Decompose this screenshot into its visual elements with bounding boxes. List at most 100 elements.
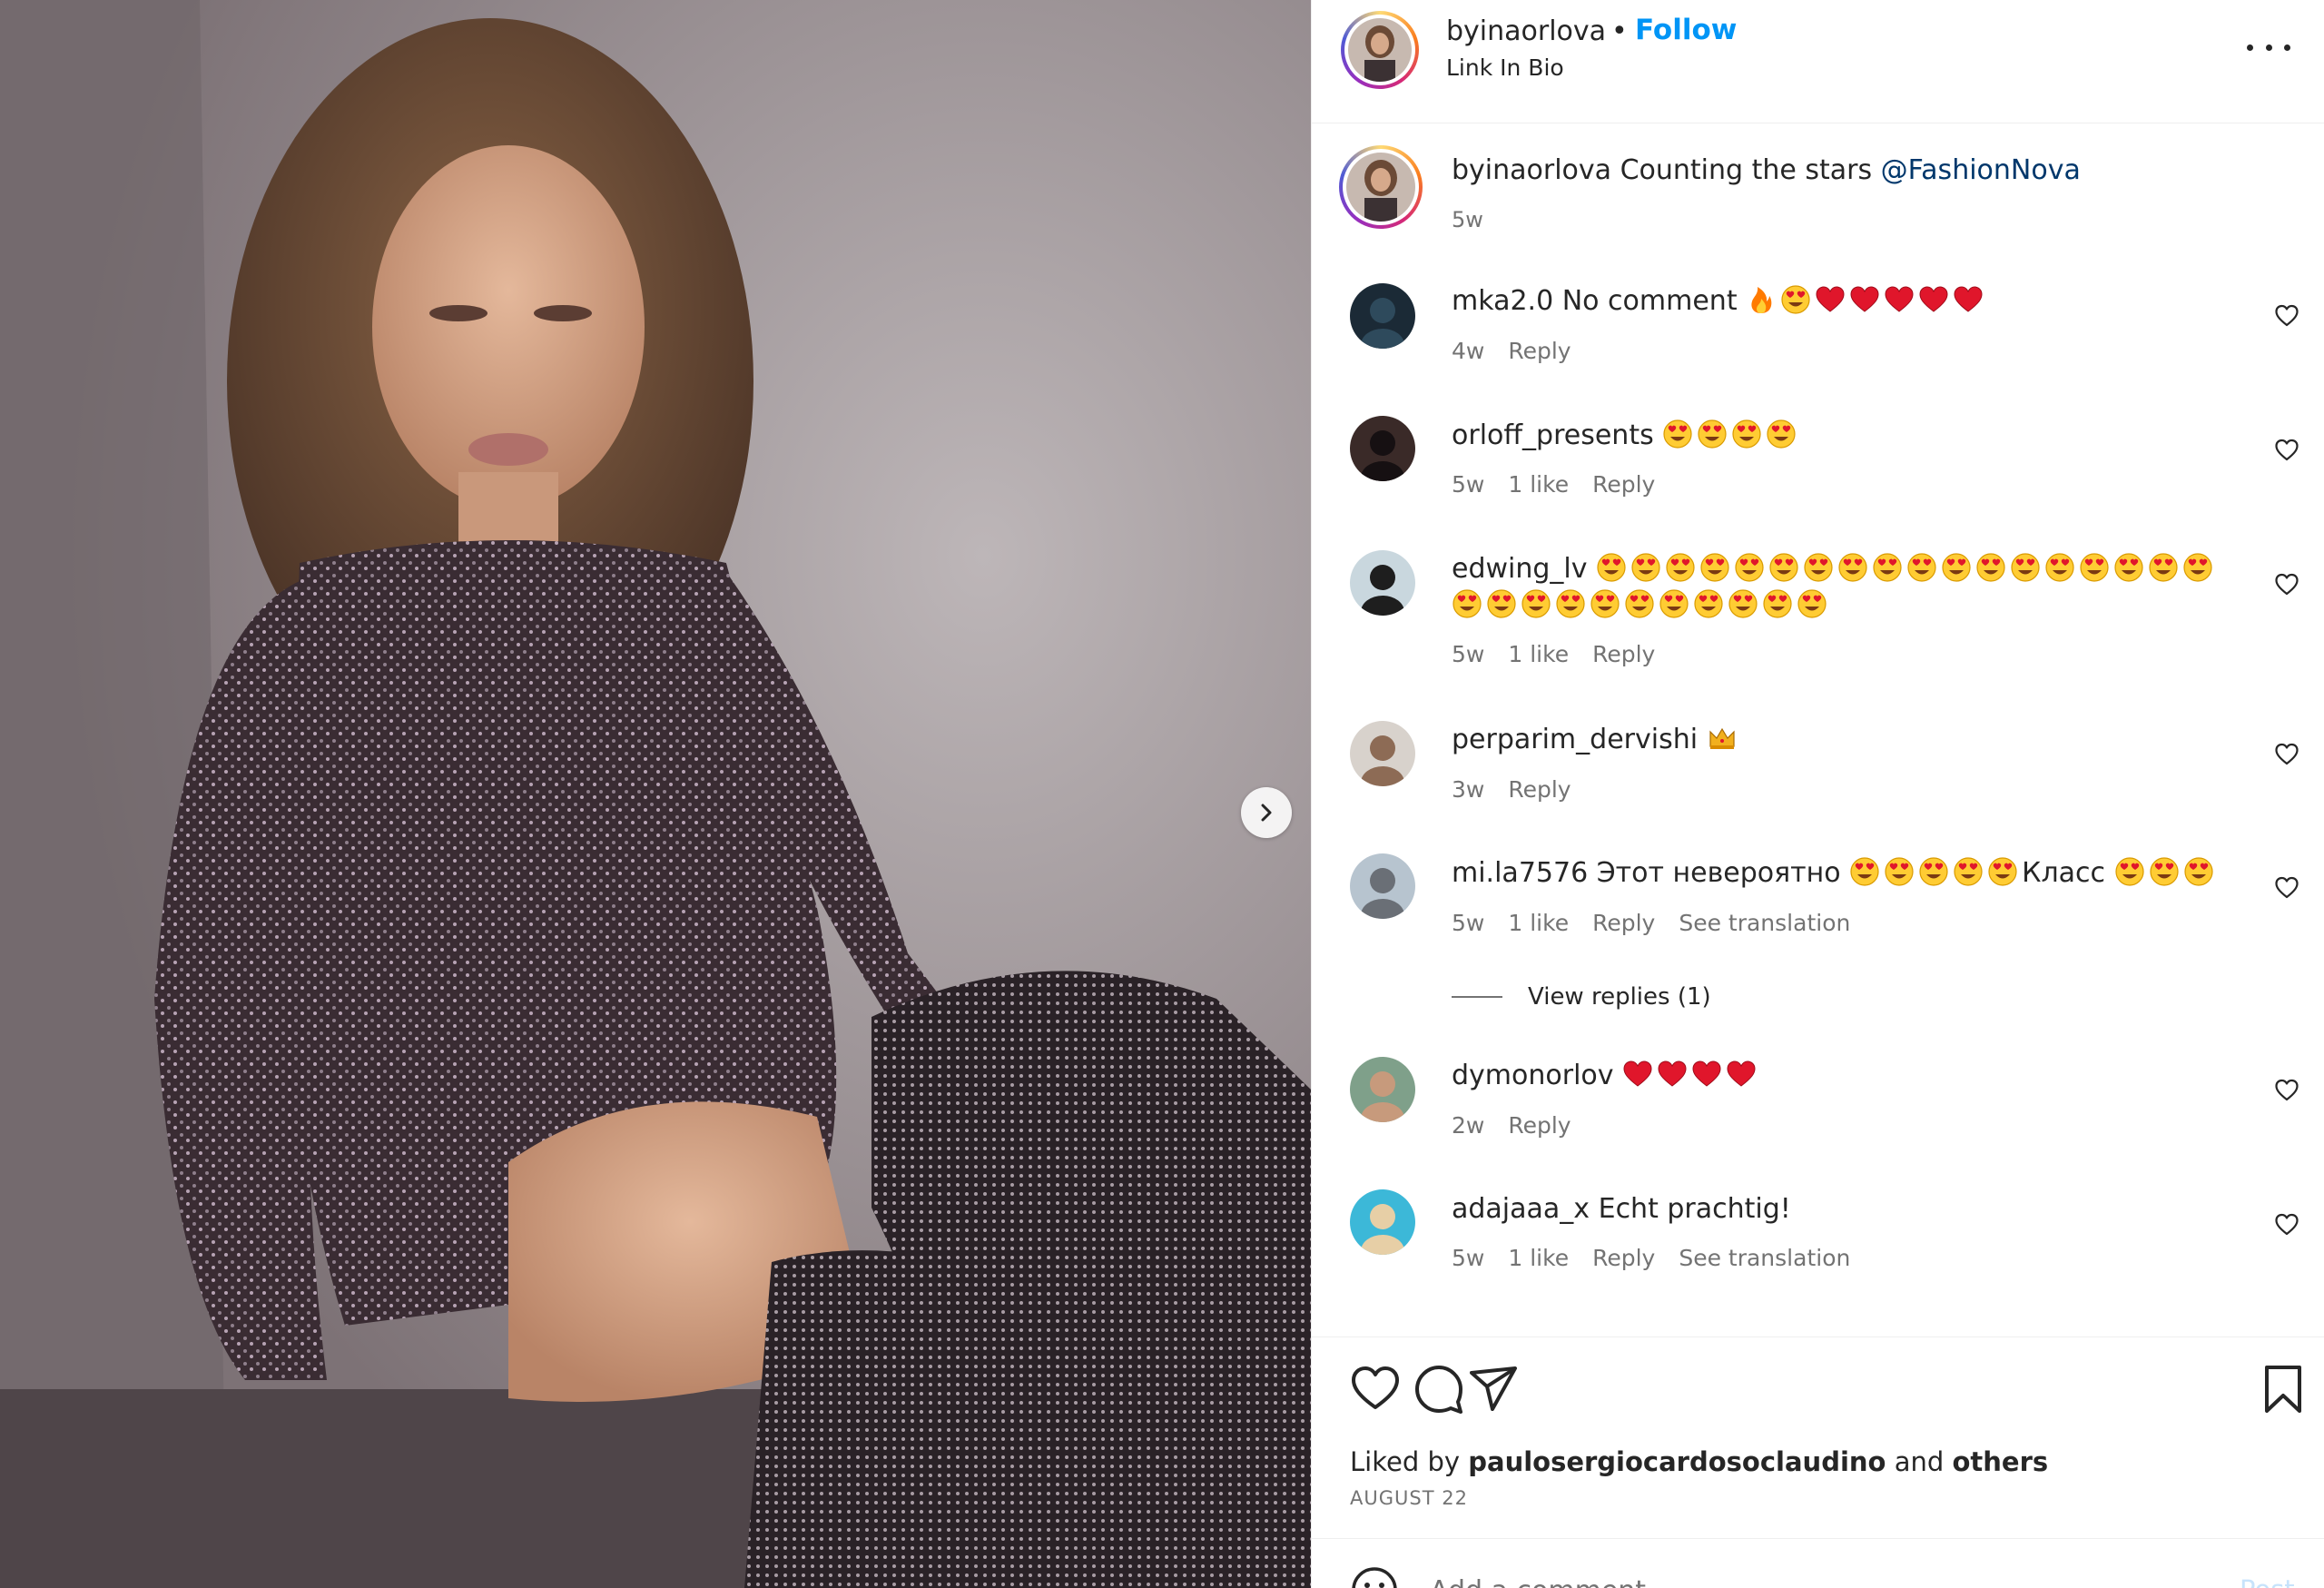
heart-eyes-emoji-icon <box>1698 419 1727 449</box>
share-icon[interactable] <box>1466 1362 1521 1416</box>
comment-like-icon[interactable] <box>2274 742 2299 767</box>
heart-eyes-emoji-icon <box>1625 589 1654 618</box>
reply-button[interactable]: Reply <box>1508 776 1571 803</box>
comment-time[interactable]: 5w <box>1452 910 1484 936</box>
commenter-avatar-image <box>1350 550 1415 616</box>
reply-button[interactable]: Reply <box>1592 641 1655 667</box>
commenter-username[interactable]: dymonorlov <box>1452 1060 1614 1091</box>
heart-eyes-emoji-icon <box>1907 553 1936 582</box>
commenter-username[interactable]: edwing_lv <box>1452 553 1588 585</box>
commenter-avatar-image <box>1350 283 1415 349</box>
heart-eyes-emoji-icon <box>1850 857 1879 886</box>
comment-meta: 4w Reply <box>1452 338 1571 364</box>
comment-time[interactable]: 3w <box>1452 776 1484 803</box>
commenter-avatar[interactable] <box>1350 1189 1415 1255</box>
carousel-next-button[interactable] <box>1241 787 1292 838</box>
heart-eyes-emoji-icon <box>1666 553 1695 582</box>
liked-by-user[interactable]: paulosergiocardosoclaudino <box>1468 1446 1886 1477</box>
commenter-avatar[interactable] <box>1350 853 1415 919</box>
author-avatar[interactable] <box>1341 11 1419 89</box>
heart-emoji-icon <box>1816 286 1845 312</box>
emoji-picker-icon[interactable] <box>1350 1565 1399 1588</box>
comment-like-icon[interactable] <box>2274 438 2299 463</box>
comment-time[interactable]: 4w <box>1452 338 1484 364</box>
save-icon[interactable] <box>2256 1362 2310 1416</box>
caption-time: 5w <box>1452 207 1483 232</box>
see-translation-button[interactable]: See translation <box>1679 910 1850 936</box>
heart-eyes-emoji-icon <box>1735 553 1764 582</box>
comment-divider <box>1312 1538 2324 1539</box>
commenter-avatar-image <box>1350 416 1415 481</box>
comment-like-icon[interactable] <box>2274 1078 2299 1103</box>
add-comment-input[interactable] <box>1430 1571 2156 1588</box>
heart-eyes-emoji-icon <box>2183 553 2212 582</box>
commenter-username[interactable]: mi.la7576 <box>1452 857 1588 889</box>
heart-eyes-emoji-icon <box>1767 419 1796 449</box>
heart-eyes-emoji-icon <box>1988 857 2017 886</box>
commenter-avatar[interactable] <box>1350 283 1415 349</box>
comment-meta: 5w 1 like Reply <box>1452 471 1655 498</box>
post-media[interactable] <box>0 0 1311 1588</box>
comment-like-icon[interactable] <box>2274 1212 2299 1238</box>
comment-like-count[interactable]: 1 like <box>1508 910 1569 936</box>
commenter-avatar-image <box>1350 1057 1415 1122</box>
heart-eyes-emoji-icon <box>1954 857 1983 886</box>
comment-like-count[interactable]: 1 like <box>1508 1245 1569 1271</box>
separator-dot: • <box>1611 15 1628 47</box>
liked-by-others[interactable]: others <box>1952 1446 2048 1477</box>
reply-button[interactable]: Reply <box>1592 910 1655 936</box>
commenter-username[interactable]: orloff_presents <box>1452 419 1654 451</box>
comment-time[interactable]: 5w <box>1452 1245 1484 1271</box>
comment-like-icon[interactable] <box>2274 875 2299 901</box>
caption-avatar[interactable] <box>1339 145 1423 229</box>
replies-line <box>1452 996 1502 998</box>
like-icon[interactable] <box>1348 1362 1403 1416</box>
commenter-username[interactable]: adajaaa_x <box>1452 1193 1590 1225</box>
comment-time[interactable]: 2w <box>1452 1112 1484 1139</box>
comment-like-icon[interactable] <box>2274 303 2299 329</box>
comment-text-2: Класс <box>2022 857 2106 889</box>
comment-like-icon[interactable] <box>2274 572 2299 597</box>
post-date[interactable]: AUGUST 22 <box>1350 1487 1468 1509</box>
reply-button[interactable]: Reply <box>1592 1245 1655 1271</box>
heart-eyes-emoji-icon <box>2011 553 2040 582</box>
heart-eyes-emoji-icon <box>1700 553 1729 582</box>
heart-eyes-emoji-icon <box>2183 857 2213 886</box>
author-username[interactable]: byinaorlova <box>1446 15 1606 47</box>
see-translation-button[interactable]: See translation <box>1679 1245 1850 1271</box>
reply-button[interactable]: Reply <box>1508 1112 1571 1139</box>
comment-icon[interactable] <box>1412 1362 1466 1416</box>
commenter-avatar[interactable] <box>1350 1057 1415 1122</box>
author-subtitle[interactable]: Link In Bio <box>1446 54 1564 81</box>
comment-like-count[interactable]: 1 like <box>1508 641 1569 667</box>
commenter-avatar[interactable] <box>1350 721 1415 786</box>
comment-time[interactable]: 5w <box>1452 471 1484 498</box>
heart-eyes-emoji-icon <box>2114 553 2143 582</box>
more-options-icon[interactable] <box>2247 31 2290 64</box>
comment-like-count[interactable]: 1 like <box>1508 471 1569 498</box>
heart-eyes-emoji-icon <box>1732 419 1761 449</box>
actions-divider <box>1312 1336 2324 1337</box>
heart-emoji-icon <box>1727 1060 1756 1087</box>
commenter-avatar[interactable] <box>1350 416 1415 481</box>
caption-text: Counting the stars <box>1620 154 1873 186</box>
reply-button[interactable]: Reply <box>1592 471 1655 498</box>
caption: byinaorlova Counting the stars @FashionN… <box>1452 154 2081 186</box>
comment-meta: 5w 1 like Reply See translation <box>1452 910 1850 936</box>
chevron-right-icon <box>1261 804 1272 822</box>
heart-eyes-emoji-icon <box>1590 589 1620 618</box>
follow-button[interactable]: Follow <box>1635 14 1737 46</box>
heart-emoji-icon <box>1919 286 1948 312</box>
heart-eyes-emoji-icon <box>1873 553 1902 582</box>
post-comment-button[interactable]: Post <box>2240 1574 2295 1588</box>
commenter-avatar[interactable] <box>1350 550 1415 616</box>
comment-text: Этот невероятно <box>1596 857 1841 889</box>
comment-time[interactable]: 5w <box>1452 641 1484 667</box>
caption-mention[interactable]: @FashionNova <box>1881 154 2081 186</box>
commenter-username[interactable]: mka2.0 <box>1452 285 1553 317</box>
fire-emoji-icon <box>1751 287 1772 313</box>
commenter-username[interactable]: perparim_dervishi <box>1452 724 1698 755</box>
reply-button[interactable]: Reply <box>1508 338 1571 364</box>
view-replies-button[interactable]: View replies (1) <box>1452 983 1711 1011</box>
caption-username[interactable]: byinaorlova <box>1452 154 1611 186</box>
